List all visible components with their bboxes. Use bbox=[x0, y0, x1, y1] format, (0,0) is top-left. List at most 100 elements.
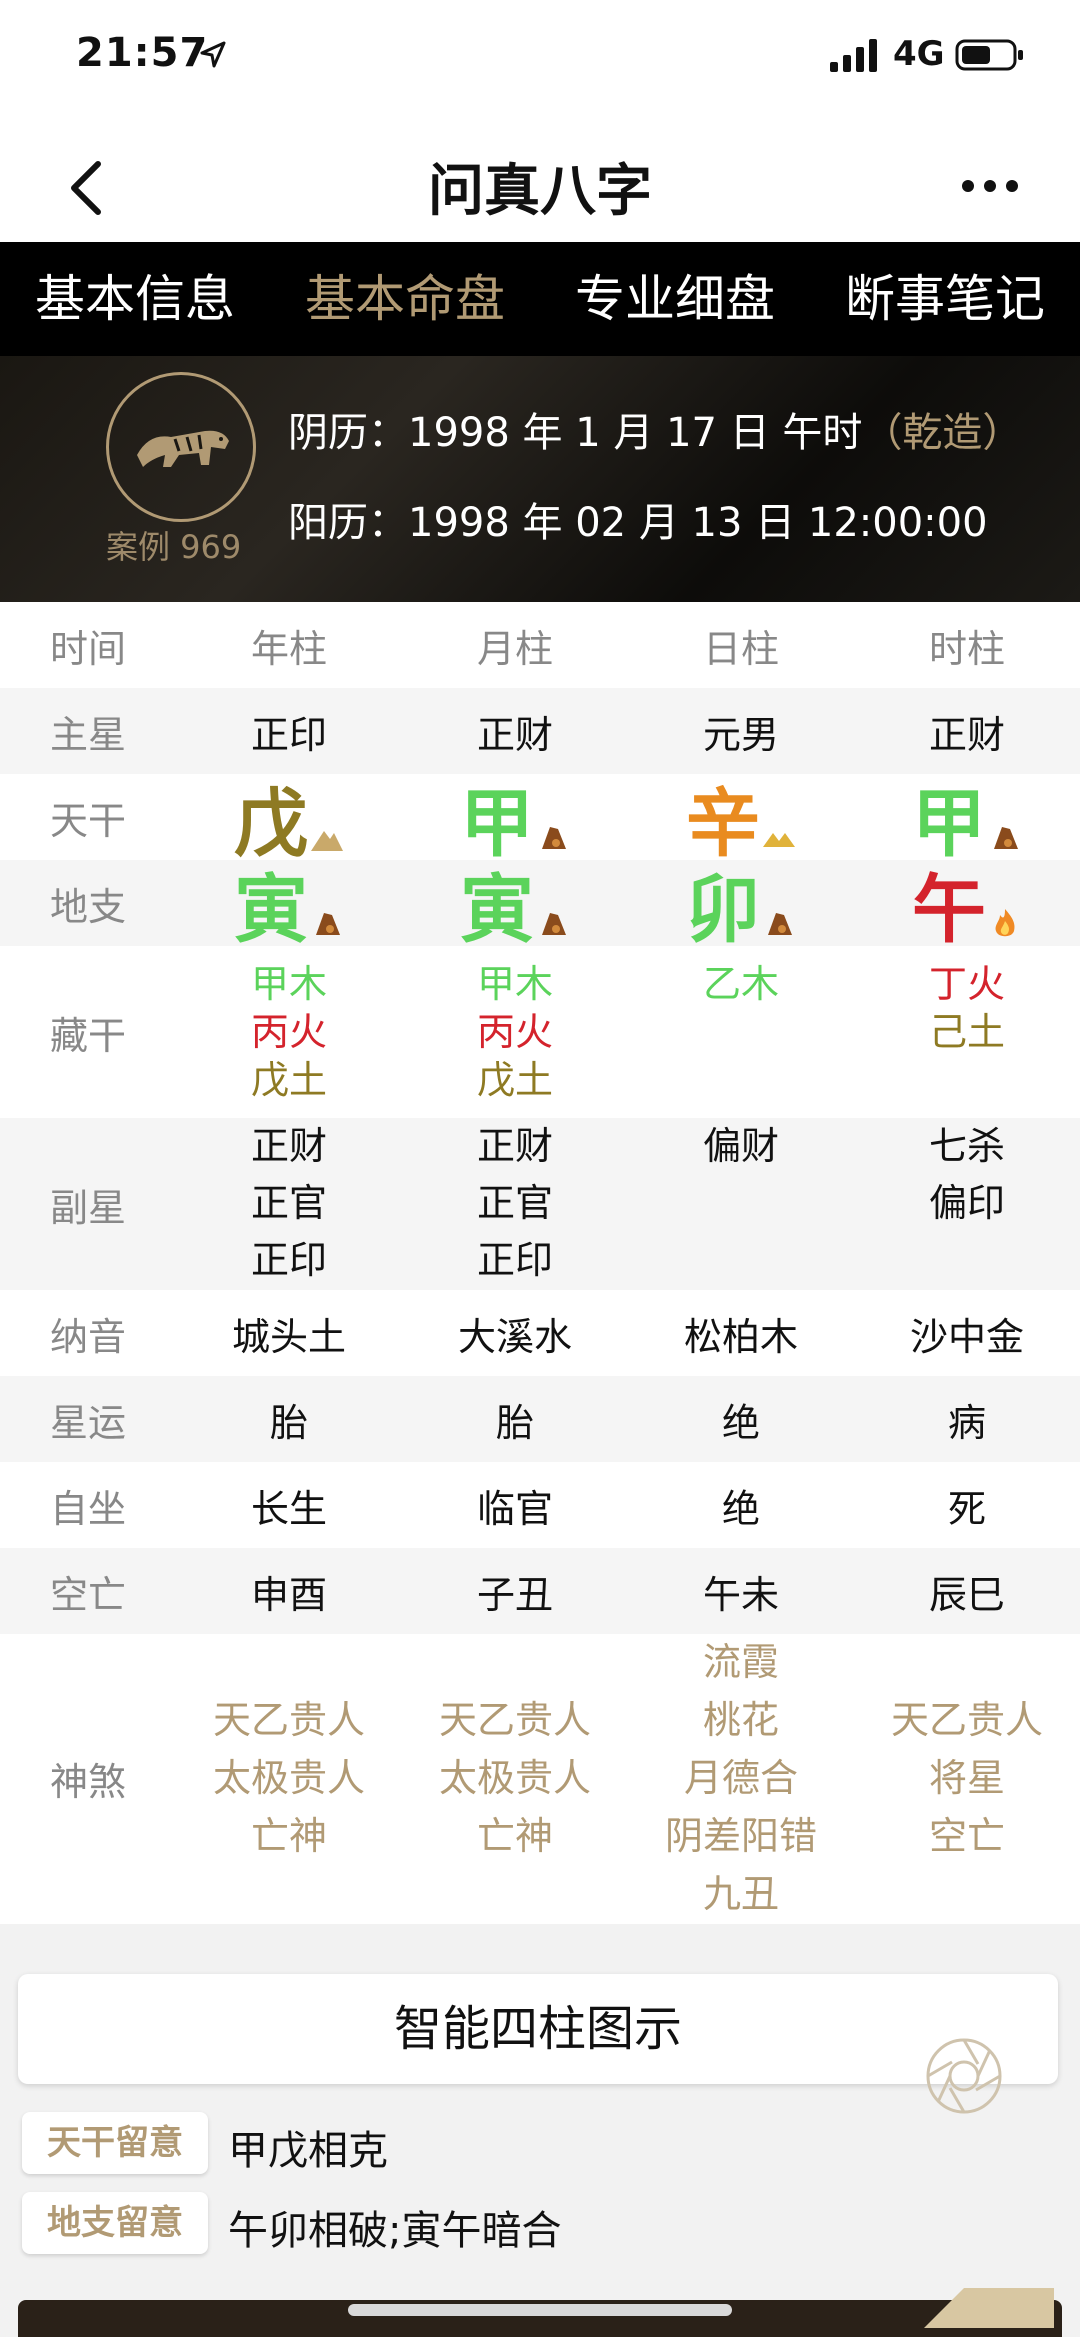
sub-star: 正印 bbox=[476, 1238, 553, 1282]
page-title: 问真八字 bbox=[428, 159, 652, 224]
xingyun-row: 星运 胎 胎 绝 病 bbox=[0, 1376, 1080, 1462]
wood-log-icon bbox=[316, 913, 340, 935]
shensha-item: 太极贵人 bbox=[438, 1756, 591, 1800]
row-label: 神煞 bbox=[49, 1759, 126, 1804]
row-label: 空亡 bbox=[49, 1572, 126, 1617]
sub-star-year: 正财 正官 正印 bbox=[176, 1118, 402, 1289]
nayin-year: 城头土 bbox=[231, 1314, 346, 1359]
main-star-row: 主星 正印 正财 元男 正财 bbox=[0, 688, 1080, 774]
branch-month: 寅 bbox=[402, 850, 628, 957]
shensha-day: 流霞 桃花 月德合 阴差阳错 九丑 bbox=[628, 1633, 854, 1923]
more-options-icon[interactable] bbox=[960, 178, 1020, 194]
vip-ribbon-icon bbox=[924, 2288, 1054, 2328]
shensha-item: 空亡 bbox=[928, 1814, 1005, 1858]
shensha-item: 天乙贵人 bbox=[890, 1698, 1043, 1742]
tiger-avatar-icon bbox=[106, 372, 256, 522]
branch-char: 寅 bbox=[460, 866, 534, 953]
row-label: 自坐 bbox=[49, 1486, 126, 1531]
row-label: 星运 bbox=[49, 1400, 126, 1445]
row-label: 天干 bbox=[49, 798, 126, 843]
sub-star: 七杀 bbox=[928, 1124, 1005, 1168]
table-header-row: 时间 年柱 月柱 日柱 时柱 bbox=[0, 602, 1080, 688]
nayin-hour: 沙中金 bbox=[909, 1314, 1024, 1359]
hidden-stem: 戊土 bbox=[250, 1058, 327, 1102]
shensha-item: 天乙贵人 bbox=[212, 1698, 365, 1742]
wood-log-icon bbox=[542, 913, 566, 935]
main-star-hour: 正财 bbox=[928, 712, 1005, 757]
tab-notes[interactable]: 断事笔记 bbox=[810, 242, 1080, 356]
smart-pillars-button[interactable]: 智能四柱图示 bbox=[18, 1974, 1058, 2084]
heavenly-stem-row: 天干 戊 甲 辛 甲 bbox=[0, 774, 1080, 867]
main-star-month: 正财 bbox=[476, 712, 553, 757]
wood-log-icon bbox=[768, 913, 792, 935]
network-type: 4G bbox=[893, 34, 945, 74]
kongwang-month: 子丑 bbox=[476, 1572, 553, 1617]
gender-label: （乾造） bbox=[862, 410, 1023, 456]
shensha-item: 将星 bbox=[928, 1756, 1005, 1800]
navigation-bar: 问真八字 bbox=[0, 118, 1080, 242]
branch-day: 卯 bbox=[628, 850, 854, 957]
hidden-stem: 乙木 bbox=[702, 962, 779, 1006]
lunar-date: 阴历：1998 年 1 月 17 日 午时（乾造） bbox=[288, 400, 1022, 458]
aperture-icon[interactable] bbox=[924, 2036, 1004, 2116]
shensha-item: 九丑 bbox=[702, 1872, 779, 1916]
stem-note-tag: 天干留意 bbox=[22, 2112, 208, 2174]
case-number: 案例 969 bbox=[106, 528, 242, 566]
solar-value: 1998 年 02 月 13 日 12:00:00 bbox=[408, 500, 988, 546]
kongwang-row: 空亡 申酉 子丑 午未 辰巳 bbox=[0, 1548, 1080, 1634]
nayin-row: 纳音 城头土 大溪水 松柏木 沙中金 bbox=[0, 1290, 1080, 1376]
sub-star-row: 副星 正财 正官 正印 正财 正官 正印 偏财 七杀 偏印 bbox=[0, 1118, 1080, 1290]
hidden-stem: 己土 bbox=[928, 1010, 1005, 1054]
sub-star: 偏财 bbox=[702, 1124, 779, 1168]
row-label: 藏干 bbox=[49, 1013, 126, 1058]
battery-icon bbox=[955, 39, 1023, 71]
row-label: 副星 bbox=[49, 1185, 126, 1230]
hidden-stem: 戊土 bbox=[476, 1058, 553, 1102]
sub-star: 正财 bbox=[250, 1124, 327, 1168]
hidden-year: 甲木 丙火 戊土 bbox=[176, 946, 402, 1104]
sub-star-hour: 七杀 偏印 bbox=[854, 1118, 1080, 1232]
earthly-branch-row: 地支 寅 寅 卯 午 bbox=[0, 860, 1080, 953]
home-indicator bbox=[348, 2304, 732, 2316]
hidden-day: 乙木 bbox=[628, 946, 854, 1008]
row-label: 地支 bbox=[49, 884, 126, 929]
shensha-year: 天乙贵人 太极贵人 亡神 bbox=[176, 1691, 402, 1865]
sub-star: 正财 bbox=[476, 1124, 553, 1168]
zizuo-row: 自坐 长生 临官 绝 死 bbox=[0, 1462, 1080, 1548]
tab-pro-chart[interactable]: 专业细盘 bbox=[540, 242, 810, 356]
sub-star-day: 偏财 bbox=[628, 1118, 854, 1175]
shensha-item: 亡神 bbox=[476, 1814, 553, 1858]
sub-star: 正官 bbox=[476, 1181, 553, 1225]
shensha-item: 月德合 bbox=[683, 1756, 798, 1800]
stem-note-text: 甲戊相克 bbox=[228, 2128, 388, 2174]
hidden-stem: 丁火 bbox=[928, 962, 1005, 1006]
lunar-prefix: 阴历： bbox=[288, 410, 408, 456]
header-month: 月柱 bbox=[476, 626, 553, 671]
xingyun-year: 胎 bbox=[269, 1400, 308, 1445]
branch-note-text: 午卯相破;寅午暗合 bbox=[228, 2208, 562, 2254]
status-bar: 21:57 4G bbox=[0, 0, 1080, 118]
shensha-item: 天乙贵人 bbox=[438, 1698, 591, 1742]
signal-strength-icon bbox=[830, 39, 877, 72]
tab-basic-chart[interactable]: 基本命盘 bbox=[270, 242, 540, 356]
header-hour: 时柱 bbox=[928, 626, 1005, 671]
shensha-hour: 天乙贵人 将星 空亡 bbox=[854, 1691, 1080, 1865]
branch-note-tag: 地支留意 bbox=[22, 2192, 208, 2254]
analysis-section: 智能四柱图示 天干留意 甲戊相克 地支留意 午卯相破;寅午暗合 bbox=[0, 1924, 1080, 2337]
branch-char: 午 bbox=[912, 866, 986, 953]
main-star-day: 元男 bbox=[702, 712, 779, 757]
profile-header: 案例 969 阴历：1998 年 1 月 17 日 午时（乾造） 阳历：1998… bbox=[0, 356, 1080, 602]
nayin-month: 大溪水 bbox=[457, 1314, 572, 1359]
hidden-stem-row: 藏干 甲木 丙火 戊土 甲木 丙火 戊土 乙木 丁火 己土 bbox=[0, 946, 1080, 1118]
row-label: 纳音 bbox=[49, 1314, 126, 1359]
hidden-stem: 丙火 bbox=[476, 1010, 553, 1054]
shensha-item: 桃花 bbox=[702, 1698, 779, 1742]
tab-basic-info[interactable]: 基本信息 bbox=[0, 242, 270, 356]
solar-prefix: 阳历： bbox=[288, 500, 408, 546]
main-star-year: 正印 bbox=[250, 712, 327, 757]
solar-date: 阳历：1998 年 02 月 13 日 12:00:00 bbox=[288, 490, 988, 548]
hidden-month: 甲木 丙火 戊土 bbox=[402, 946, 628, 1104]
sub-star: 正官 bbox=[250, 1181, 327, 1225]
xingyun-day: 绝 bbox=[721, 1400, 760, 1445]
bazi-table: 时间 年柱 月柱 日柱 时柱 主星 正印 正财 元男 正财 天干 戊 甲 辛 甲… bbox=[0, 602, 1080, 1922]
